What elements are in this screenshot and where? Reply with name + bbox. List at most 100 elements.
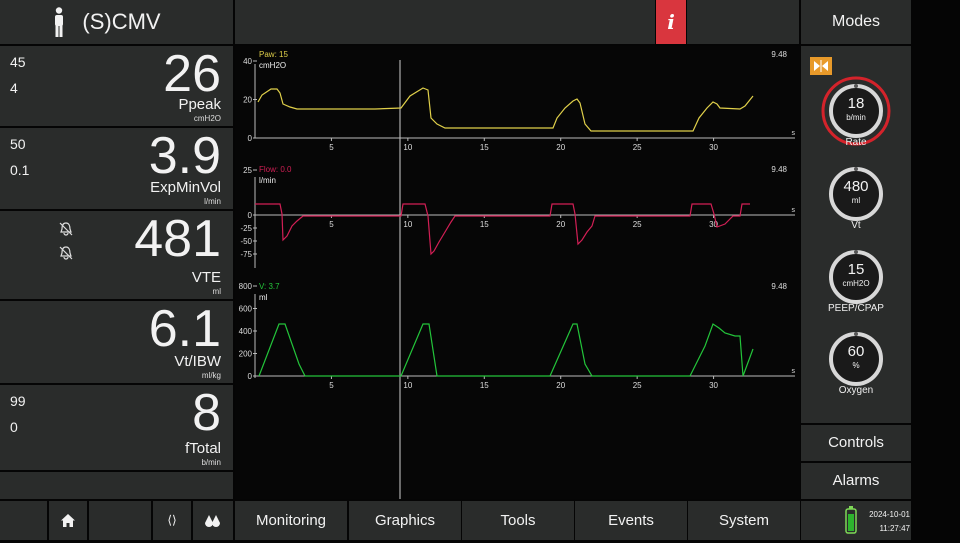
control-label: Oxygen <box>838 385 874 396</box>
control-label: Rate <box>845 137 867 148</box>
y-tick-label: 40 <box>243 57 252 66</box>
date-time: 2024-10-01 11:27:47 <box>850 508 910 536</box>
date-text: 2024-10-01 <box>869 510 910 519</box>
alarms-button[interactable]: Alarms <box>801 463 911 499</box>
waveform-label: V: 3.7 <box>259 282 280 291</box>
param-unit: cmH2O <box>193 114 221 123</box>
waveform-unit: cmH2O <box>259 61 286 70</box>
param-unit: ml <box>212 287 221 296</box>
home-icon <box>61 514 75 527</box>
waveform-canvas: 402005 10 15 20 25 30sPaw: 15cmH2O9.48250-25-… <box>239 50 796 499</box>
tab-events[interactable]: Events <box>575 501 687 540</box>
param-value: 26 <box>163 45 221 103</box>
x-tick-label: 20 <box>556 143 565 152</box>
y-tick-label: 200 <box>239 350 253 359</box>
control-value: 480 <box>843 178 869 195</box>
x-tick-label: 30 <box>709 381 718 390</box>
param-value: 481 <box>134 210 221 268</box>
waveform-trace <box>255 203 750 256</box>
waveform-unit: ml <box>259 293 268 302</box>
y-tick-label: -50 <box>240 237 252 246</box>
knob-marker <box>854 167 858 171</box>
control-unit: % <box>852 361 860 370</box>
x-tick-label: 10 <box>403 381 412 390</box>
freeze-icon[interactable] <box>810 57 832 75</box>
x-tick-label: 10 <box>403 220 412 229</box>
param-value: 6.1 <box>148 300 221 358</box>
waveform-scale: 9.48 <box>771 165 787 174</box>
time-text: 11:27:47 <box>879 524 910 533</box>
x-tick-label: 10 <box>403 143 412 152</box>
waveform-area[interactable]: 40 20 0 5 10 15 20 25 30 s Paw: 15 cmH2O 9.48 25 0 -25-… <box>235 46 800 499</box>
message-bar <box>235 0 655 44</box>
param-value: 8 <box>192 384 221 442</box>
brackets-icon: ⟨⟩ <box>167 513 177 527</box>
param-name: ExpMinVol <box>150 179 221 196</box>
waveform-scale: 9.48 <box>771 50 787 59</box>
control-unit: b/min <box>846 113 866 122</box>
controls-panel: 18 b/min Rate 480 ml Vt 15 cmH2O PEEP/CPAP 60% Oxy… <box>801 46 911 423</box>
info-button[interactable]: i <box>656 0 686 44</box>
y-tick-label: 0 <box>248 372 253 381</box>
time-unit: s <box>792 130 796 137</box>
param-name: VTE <box>191 269 221 286</box>
x-tick-label: 15 <box>480 381 489 390</box>
y-tick-label: -25 <box>240 224 252 233</box>
waveform-vol: 800 600 400 200 0 5 10 15 20 25 30 s V: 3.7 ml 9.48 <box>239 282 796 390</box>
y-tick-label: 800 <box>239 282 253 291</box>
x-tick-label: 20 <box>556 220 565 229</box>
control-label: PEEP/CPAP <box>828 303 884 314</box>
waveform-trace <box>258 323 754 377</box>
home-button[interactable] <box>49 501 87 540</box>
x-tick-label: 5 <box>329 381 334 390</box>
waveform-scale: 9.48 <box>771 282 787 291</box>
drops-icon <box>205 515 220 527</box>
modes-button[interactable]: Modes <box>801 0 911 44</box>
x-tick-label: 25 <box>633 143 642 152</box>
tab-tools[interactable]: Tools <box>462 501 574 540</box>
bottom-empty-1 <box>89 501 151 540</box>
param-unit: ml/kg <box>201 371 221 380</box>
control-label: Vt <box>851 220 861 231</box>
time-unit: s <box>792 207 796 214</box>
param-name: Vt/IBW <box>174 353 221 370</box>
x-tick-label: 20 <box>556 381 565 390</box>
x-tick-label: 30 <box>709 143 718 152</box>
y-tick-label: 20 <box>243 96 252 105</box>
waveform-label: Flow: 0.0 <box>259 165 292 174</box>
header-spacer <box>687 0 799 44</box>
waveform-unit: l/min <box>259 176 276 185</box>
time-unit: s <box>792 368 796 375</box>
x-tick-label: 5 <box>329 220 334 229</box>
control-value: 60 <box>847 343 865 360</box>
y-tick-label: 600 <box>239 305 253 314</box>
waveform-paw: 40 20 0 5 10 15 20 25 30 s Paw: 15 cmH2O 9.48 <box>243 50 795 152</box>
param-value: 3.9 <box>148 127 221 185</box>
control-unit: cmH2O <box>842 279 870 288</box>
ventilation-mode: (S)CMV <box>82 9 161 34</box>
drops-button[interactable] <box>193 501 233 540</box>
x-tick-label: 30 <box>709 220 718 229</box>
param-name: fTotal <box>185 440 221 457</box>
controls-button[interactable]: Controls <box>801 425 911 461</box>
tab-system[interactable]: System <box>688 501 800 540</box>
knob-marker <box>854 332 858 336</box>
param-name: Ppeak <box>178 96 221 113</box>
param-unit: b/min <box>201 458 221 467</box>
y-tick-label: 0 <box>248 211 253 220</box>
x-tick-label: 15 <box>480 220 489 229</box>
y-tick-label: -75 <box>240 250 252 259</box>
brackets-button[interactable]: ⟨⟩ <box>153 501 191 540</box>
y-tick-label: 400 <box>239 327 253 336</box>
knob-marker <box>854 250 858 254</box>
param-spacer <box>0 472 233 499</box>
bottom-left-cell <box>0 501 47 540</box>
control-unit: ml <box>851 196 861 205</box>
x-tick-label: 15 <box>480 143 489 152</box>
tab-monitoring[interactable]: Monitoring <box>235 501 347 540</box>
y-tick-label: 0 <box>248 134 253 143</box>
tab-graphics[interactable]: Graphics <box>349 501 461 540</box>
waveform-label: Paw: 15 <box>259 50 288 59</box>
param-unit: l/min <box>204 197 221 206</box>
control-value: 15 <box>847 261 865 278</box>
